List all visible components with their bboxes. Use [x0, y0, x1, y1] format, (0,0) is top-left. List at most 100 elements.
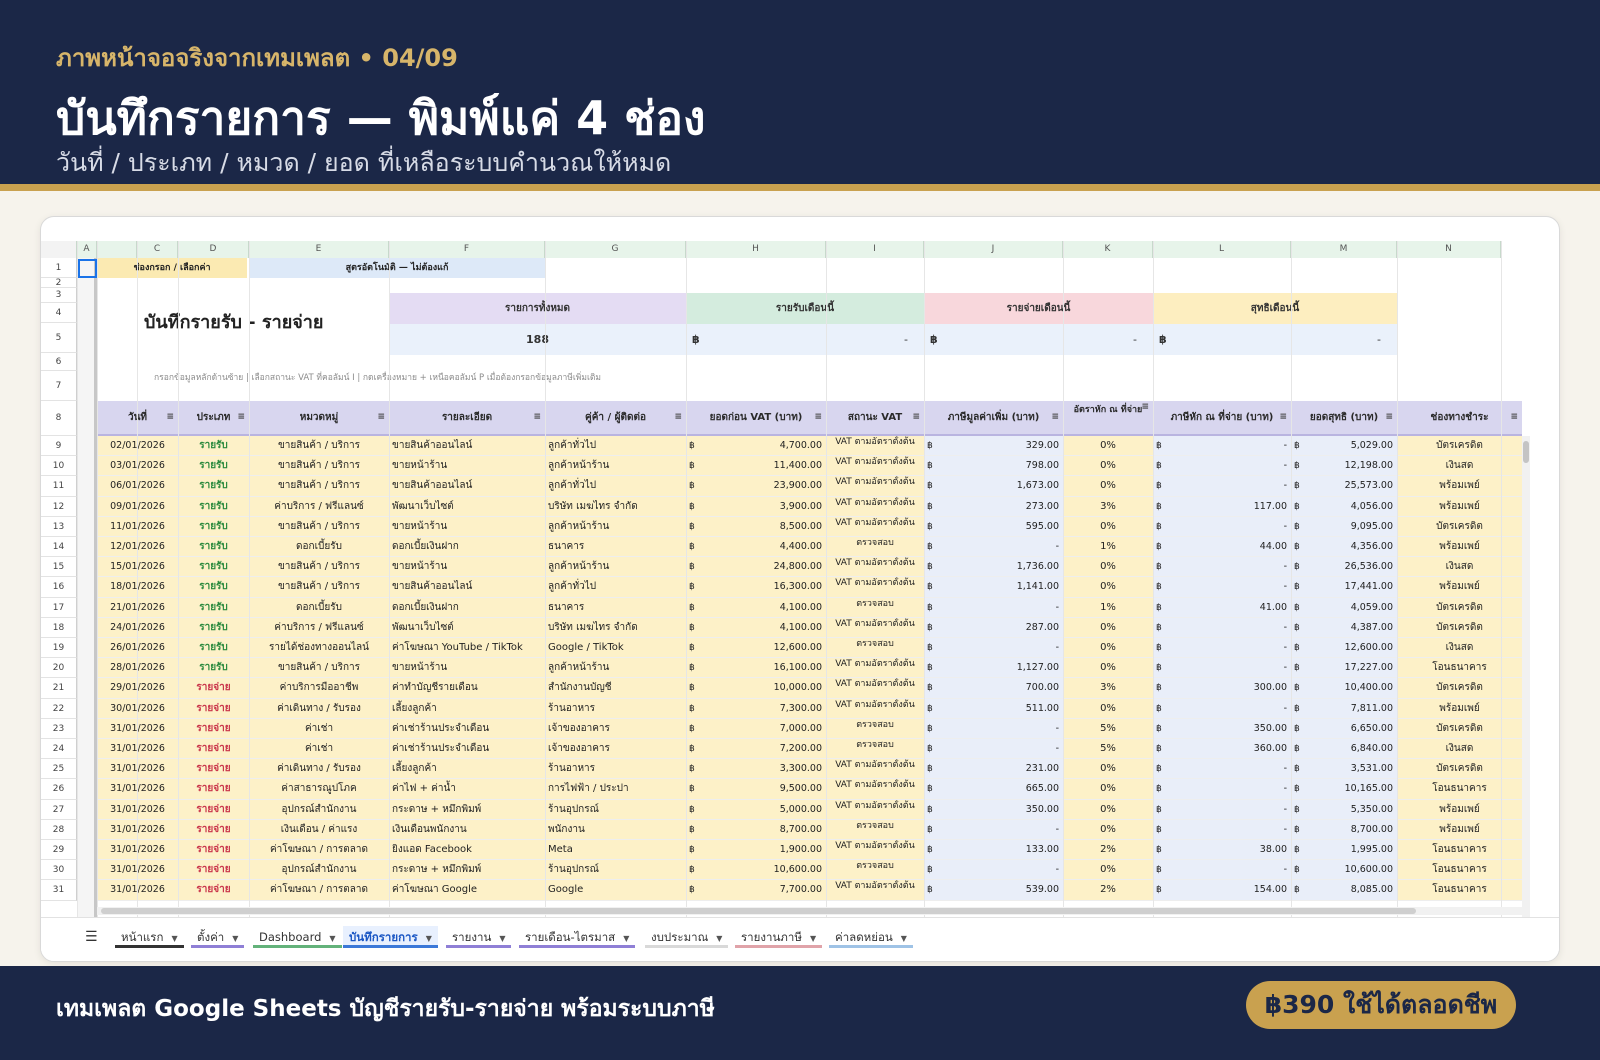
amount-cell[interactable]: 11,400.00 [708, 456, 826, 477]
vat-cell[interactable]: 329.00 [946, 436, 1063, 457]
amount-cell[interactable]: 7,200.00 [708, 739, 826, 760]
vat-cell[interactable]: 1,127.00 [946, 658, 1063, 679]
vertical-scrollbar[interactable] [1522, 436, 1530, 917]
tab-6[interactable]: งบประมาณ ▼ [645, 926, 729, 948]
row-number[interactable]: 14 [41, 537, 77, 558]
wht-rate-cell[interactable]: 0% [1063, 456, 1153, 477]
net-cell[interactable]: 17,227.00 [1313, 658, 1397, 679]
wht-rate-cell[interactable]: 3% [1063, 678, 1153, 699]
detail-cell[interactable]: ขายหน้าร้าน [389, 516, 545, 537]
vat-status-cell[interactable]: VAT ตามอัตราตั้งต้น [826, 779, 924, 800]
detail-cell[interactable]: เลี้ยงลูกค้า [389, 759, 545, 780]
payment-cell[interactable]: บัตรเครดิต [1397, 678, 1522, 699]
contact-cell[interactable]: ลูกค้าหน้าร้าน [545, 557, 686, 578]
column-header[interactable]: E [249, 241, 389, 258]
row-number[interactable]: 20 [41, 658, 77, 679]
vat-status-cell[interactable]: VAT ตามอัตราตั้งต้น [826, 456, 924, 477]
type-cell[interactable]: รายจ่าย [178, 678, 249, 699]
payment-cell[interactable]: บัตรเครดิต [1397, 718, 1522, 739]
row-number[interactable]: 22 [41, 698, 77, 719]
column-header[interactable] [97, 241, 137, 258]
amount-cell[interactable]: 23,900.00 [708, 476, 826, 497]
amount-cell[interactable]: 16,300.00 [708, 577, 826, 598]
payment-cell[interactable]: พร้อมเพย์ [1397, 819, 1522, 840]
category-cell[interactable]: อุปกรณ์สำนักงาน [249, 860, 389, 881]
type-cell[interactable]: รายรับ [178, 456, 249, 477]
category-cell[interactable]: อุปกรณ์สำนักงาน [249, 799, 389, 820]
table-header-cell[interactable]: คู่ค้า / ผู้ติดต่อ ≡ [545, 401, 686, 434]
payment-cell[interactable]: เงินสด [1397, 638, 1522, 659]
row-number[interactable]: 27 [41, 799, 77, 820]
type-cell[interactable]: รายรับ [178, 617, 249, 638]
filter-icon[interactable]: ≡ [814, 401, 822, 434]
payment-cell[interactable]: เงินสด [1397, 557, 1522, 578]
contact-cell[interactable]: ร้านอาหาร [545, 698, 686, 719]
row-number[interactable]: 9 [41, 436, 77, 457]
type-cell[interactable]: รายจ่าย [178, 819, 249, 840]
chevron-down-icon[interactable]: ▼ [426, 934, 432, 943]
net-cell[interactable]: 4,356.00 [1313, 537, 1397, 558]
detail-cell[interactable]: ค่าเช่าร้านประจำเดือน [389, 739, 545, 760]
detail-cell[interactable]: พัฒนาเว็บไซต์ [389, 496, 545, 517]
tab-1[interactable]: ตั้งค่า ▼ [191, 926, 245, 948]
wht-cell[interactable]: - [1175, 658, 1291, 679]
wht-cell[interactable]: - [1175, 456, 1291, 477]
tab-0[interactable]: หน้าแรก ▼ [115, 926, 184, 948]
vat-status-cell[interactable]: VAT ตามอัตราตั้งต้น [826, 759, 924, 780]
vat-cell[interactable]: 133.00 [946, 840, 1063, 861]
net-cell[interactable]: 26,536.00 [1313, 557, 1397, 578]
vat-status-cell[interactable]: VAT ตามอัตราตั้งต้น [826, 557, 924, 578]
column-header[interactable]: F [389, 241, 545, 258]
filter-icon[interactable]: ≡ [674, 401, 682, 434]
filter-icon[interactable]: ≡ [237, 401, 245, 434]
vat-status-cell[interactable]: VAT ตามอัตราตั้งต้น [826, 436, 924, 457]
table-header-cell[interactable]: ภาษีมูลค่าเพิ่ม (บาท) ≡ [924, 401, 1063, 434]
wht-cell[interactable]: 360.00 [1175, 739, 1291, 760]
wht-rate-cell[interactable]: 0% [1063, 658, 1153, 679]
contact-cell[interactable]: บริษัท เมฆไทร จำกัด [545, 496, 686, 517]
type-cell[interactable]: รายจ่าย [178, 718, 249, 739]
vat-cell[interactable]: 700.00 [946, 678, 1063, 699]
filter-icon[interactable]: ≡ [1141, 401, 1149, 414]
row-number[interactable]: 25 [41, 759, 77, 780]
wht-cell[interactable]: - [1175, 557, 1291, 578]
detail-cell[interactable]: เลี้ยงลูกค้า [389, 698, 545, 719]
wht-rate-cell[interactable]: 5% [1063, 718, 1153, 739]
vat-status-cell[interactable]: ตรวจสอบ [826, 739, 924, 760]
category-cell[interactable]: ดอกเบี้ยรับ [249, 597, 389, 618]
category-cell[interactable]: เงินเดือน / ค่าแรง [249, 819, 389, 840]
wht-cell[interactable]: 44.00 [1175, 537, 1291, 558]
detail-cell[interactable]: เงินเดือนพนักงาน [389, 819, 545, 840]
wht-rate-cell[interactable]: 0% [1063, 819, 1153, 840]
wht-rate-cell[interactable]: 0% [1063, 476, 1153, 497]
detail-cell[interactable]: ค่าทำบัญชีรายเดือน [389, 678, 545, 699]
net-cell[interactable]: 17,441.00 [1313, 577, 1397, 598]
vat-status-cell[interactable]: VAT ตามอัตราตั้งต้น [826, 799, 924, 820]
wht-rate-cell[interactable]: 0% [1063, 577, 1153, 598]
vat-cell[interactable]: 273.00 [946, 496, 1063, 517]
wht-cell[interactable]: - [1175, 759, 1291, 780]
category-cell[interactable]: ขายสินค้า / บริการ [249, 516, 389, 537]
amount-cell[interactable]: 7,000.00 [708, 718, 826, 739]
net-cell[interactable]: 12,198.00 [1313, 456, 1397, 477]
category-cell[interactable]: ขายสินค้า / บริการ [249, 577, 389, 598]
amount-cell[interactable]: 9,500.00 [708, 779, 826, 800]
net-cell[interactable]: 4,056.00 [1313, 496, 1397, 517]
vat-status-cell[interactable]: VAT ตามอัตราตั้งต้น [826, 496, 924, 517]
payment-cell[interactable]: เงินสด [1397, 456, 1522, 477]
amount-cell[interactable]: 7,300.00 [708, 698, 826, 719]
contact-cell[interactable]: Meta [545, 840, 686, 861]
amount-cell[interactable]: 5,000.00 [708, 799, 826, 820]
contact-cell[interactable]: ลูกค้าหน้าร้าน [545, 516, 686, 537]
contact-cell[interactable]: บริษัท เมฆไทร จำกัด [545, 617, 686, 638]
amount-cell[interactable]: 16,100.00 [708, 658, 826, 679]
payment-cell[interactable]: โอนธนาคาร [1397, 658, 1522, 679]
type-cell[interactable]: รายรับ [178, 496, 249, 517]
payment-cell[interactable]: พร้อมเพย์ [1397, 476, 1522, 497]
category-cell[interactable]: ค่าเดินทาง / รับรอง [249, 759, 389, 780]
table-header-cell[interactable]: ประเภท ≡ [178, 401, 249, 434]
vat-cell[interactable]: - [946, 638, 1063, 659]
horizontal-scroll-thumb[interactable] [101, 908, 1416, 914]
type-cell[interactable]: รายรับ [178, 476, 249, 497]
category-cell[interactable]: ค่าบริการมืออาชีพ [249, 678, 389, 699]
